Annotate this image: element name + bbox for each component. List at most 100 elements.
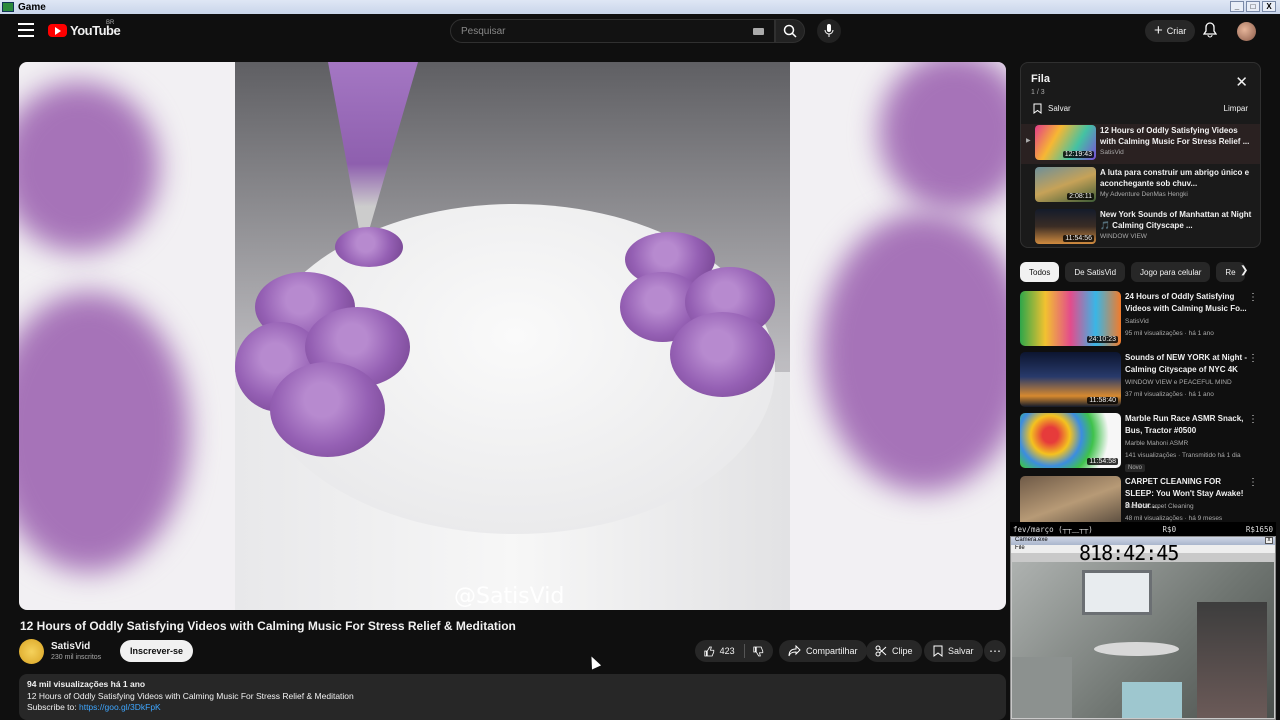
blur-bg bbox=[19, 292, 189, 572]
save-button[interactable]: Salvar bbox=[924, 640, 983, 662]
search-button[interactable] bbox=[775, 19, 805, 43]
recommendation-thumbnail[interactable]: 11:58:40 bbox=[1020, 352, 1121, 407]
view-stats: 94 mil visualizações há 1 ano bbox=[27, 679, 146, 689]
user-avatar[interactable] bbox=[1237, 22, 1256, 41]
recommendation-thumbnail[interactable]: 24:10:23 bbox=[1020, 291, 1121, 346]
share-button[interactable]: Compartilhar bbox=[779, 640, 867, 662]
youtube-logo[interactable]: YouTube BR bbox=[48, 20, 121, 38]
region-code: BR bbox=[106, 20, 115, 26]
description-line: Subscribe to: https://goo.gl/3DkFpK bbox=[27, 702, 998, 714]
queue-clear-button[interactable]: Limpar bbox=[1224, 104, 1248, 113]
camera-window[interactable]: Camera.exe x File 818:42:45 bbox=[1010, 536, 1276, 720]
mouse-cursor bbox=[586, 654, 602, 670]
recommendation-title[interactable]: Sounds of NEW YORK at Night - Calming Ci… bbox=[1125, 352, 1250, 376]
queue-item-title[interactable]: New York Sounds of Manhattan at Night 🎵 … bbox=[1100, 209, 1255, 231]
thumbs-up-icon[interactable] bbox=[704, 645, 715, 658]
recommendation-duration: 11:54:58 bbox=[1087, 458, 1118, 465]
search-input[interactable]: Pesquisar bbox=[450, 19, 775, 43]
recommendation-thumbnail[interactable] bbox=[1020, 476, 1121, 522]
recommendation-item[interactable]: CARPET CLEANING FOR SLEEP: You Won't Sta… bbox=[1020, 476, 1265, 522]
thumbs-down-icon[interactable] bbox=[753, 645, 764, 658]
queue-item[interactable]: 2:08:11 A luta para construir um abrigo … bbox=[1021, 166, 1260, 206]
queue-item[interactable]: 11:54:56 New York Sounds of Manhattan at… bbox=[1021, 208, 1260, 248]
recommendation-title[interactable]: Marble Run Race ASMR Snack, Bus, Tractor… bbox=[1125, 413, 1250, 437]
clip-button[interactable]: Clipe bbox=[866, 640, 922, 662]
recommendation-item[interactable]: 24:10:23 24 Hours of Oddly Satisfying Vi… bbox=[1020, 291, 1265, 349]
create-button[interactable]: + Criar bbox=[1145, 20, 1196, 42]
share-label: Compartilhar bbox=[806, 646, 858, 656]
recommendation-meta: 37 mil visualizações · há 1 ano bbox=[1125, 391, 1214, 398]
like-count[interactable]: 423 bbox=[720, 646, 735, 656]
description-box[interactable]: 94 mil visualizações há 1 ano 12 Hours o… bbox=[19, 674, 1006, 720]
recommendation-title[interactable]: 24 Hours of Oddly Satisfying Videos with… bbox=[1125, 291, 1250, 315]
queue-count: 1 / 3 bbox=[1031, 89, 1045, 96]
queue-title: Fila bbox=[1031, 73, 1050, 85]
more-vertical-icon[interactable]: ⋮ bbox=[1248, 477, 1258, 488]
video-frame bbox=[235, 62, 790, 610]
bookmark-icon bbox=[933, 645, 943, 657]
more-actions-button[interactable]: ⋯ bbox=[984, 640, 1006, 662]
recommendation-channel: Marble Mahoni ASMR bbox=[1125, 440, 1189, 447]
plus-icon: + bbox=[1154, 22, 1163, 39]
recommendation-duration: 24:10:23 bbox=[1086, 336, 1118, 343]
camera-title: Camera.exe bbox=[1015, 537, 1048, 543]
notifications-button[interactable] bbox=[1202, 22, 1218, 43]
search-placeholder: Pesquisar bbox=[461, 25, 506, 37]
more-vertical-icon[interactable]: ⋮ bbox=[1248, 414, 1258, 425]
queue-item-title[interactable]: A luta para construir um abrigo único e … bbox=[1100, 167, 1255, 189]
chevron-right-icon[interactable]: ❯ bbox=[1240, 265, 1248, 276]
top-bar: YouTube BR Pesquisar + Criar bbox=[0, 14, 1280, 48]
recommendation-item[interactable]: 11:58:40 Sounds of NEW YORK at Night - C… bbox=[1020, 352, 1265, 410]
channel-name[interactable]: SatisVid bbox=[51, 641, 90, 652]
queue-item[interactable]: ▶ 12:19:43 12 Hours of Oddly Satisfying … bbox=[1021, 124, 1260, 164]
close-window-button[interactable]: X bbox=[1262, 1, 1276, 12]
share-icon bbox=[788, 645, 801, 657]
piping-bag bbox=[328, 62, 418, 232]
channel-avatar[interactable] bbox=[19, 639, 44, 664]
close-icon[interactable]: x bbox=[1265, 537, 1273, 544]
youtube-play-icon bbox=[48, 24, 67, 37]
maximize-button[interactable]: □ bbox=[1246, 1, 1260, 12]
blur-bg bbox=[819, 212, 1006, 492]
frosting-rose bbox=[270, 362, 385, 457]
keyboard-icon[interactable] bbox=[753, 28, 764, 35]
frosting-rose bbox=[670, 312, 775, 397]
voice-search-button[interactable] bbox=[817, 19, 841, 43]
queue-item-title[interactable]: 12 Hours of Oddly Satisfying Videos with… bbox=[1100, 125, 1255, 147]
queue-thumbnail[interactable]: 12:19:43 bbox=[1035, 125, 1096, 160]
video-player[interactable]: @SatisVid bbox=[19, 62, 1006, 610]
overlay-label: fev/março (┬┬﹏┬┬) bbox=[1013, 524, 1093, 534]
overlay-value-start: R$0 bbox=[1162, 524, 1177, 534]
search-icon bbox=[783, 24, 797, 38]
recommendation-duration: 11:58:40 bbox=[1087, 397, 1118, 404]
hamburger-menu-icon[interactable] bbox=[18, 23, 34, 37]
more-vertical-icon[interactable]: ⋮ bbox=[1248, 292, 1258, 303]
queue-thumbnail[interactable]: 2:08:11 bbox=[1035, 167, 1096, 202]
subscribe-button[interactable]: Inscrever-se bbox=[120, 640, 194, 662]
queue-item-channel: WINDOW VIEW bbox=[1100, 233, 1147, 240]
queue-save-label: Salvar bbox=[1048, 104, 1071, 113]
chip-from-channel[interactable]: De SatisVid bbox=[1065, 262, 1126, 282]
close-icon[interactable]: ✕ bbox=[1235, 75, 1248, 90]
recommendation-thumbnail[interactable]: 11:54:58 bbox=[1020, 413, 1121, 468]
minimize-button[interactable]: _ bbox=[1230, 1, 1244, 12]
video-title: 12 Hours of Oddly Satisfying Videos with… bbox=[20, 619, 516, 633]
more-vertical-icon[interactable]: ⋮ bbox=[1248, 353, 1258, 364]
queue-save-button[interactable]: Salvar bbox=[1033, 103, 1071, 114]
blur-bg bbox=[879, 62, 1006, 212]
create-label: Criar bbox=[1166, 26, 1187, 36]
chair-in-room bbox=[1012, 657, 1072, 718]
person-in-room bbox=[1197, 602, 1267, 718]
chip-mobile-game[interactable]: Jogo para celular bbox=[1131, 262, 1211, 282]
subscribe-prefix: Subscribe to: bbox=[27, 702, 79, 712]
recommendation-meta: 48 mil visualizações · há 9 meses bbox=[1125, 515, 1223, 522]
description-link[interactable]: https://goo.gl/3DkFpK bbox=[79, 702, 161, 712]
object-in-room bbox=[1122, 682, 1182, 718]
recommendation-item[interactable]: 11:54:58 Marble Run Race ASMR Snack, Bus… bbox=[1020, 413, 1265, 472]
recommendation-channel: SatisVid bbox=[1125, 318, 1149, 325]
save-label: Salvar bbox=[948, 646, 974, 656]
queue-thumbnail[interactable]: 11:54:56 bbox=[1035, 209, 1096, 244]
chip-all[interactable]: Todos bbox=[1020, 262, 1060, 282]
scissors-icon bbox=[875, 645, 887, 657]
subscriber-count: 230 mil inscritos bbox=[51, 654, 102, 661]
